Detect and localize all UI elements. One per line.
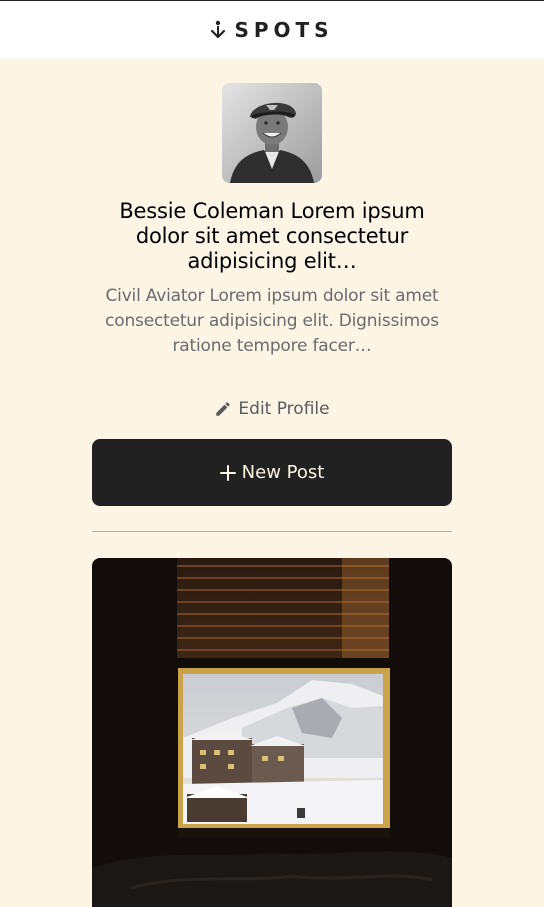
avatar xyxy=(222,83,322,183)
edit-profile-label: Edit Profile xyxy=(238,399,330,419)
post-card[interactable] xyxy=(92,558,452,907)
top-header: SPOTS xyxy=(0,0,544,59)
post-image[interactable] xyxy=(92,558,452,907)
edit-profile-button[interactable]: Edit Profile xyxy=(214,399,330,419)
spots-logo-icon xyxy=(210,20,226,40)
logo-text[interactable]: SPOTS xyxy=(234,18,333,42)
profile-section: Bessie Coleman Lorem ipsum dolor sit ame… xyxy=(0,59,544,907)
new-post-button[interactable]: New Post xyxy=(92,439,452,506)
page: SPOTS Bessie Coleman Lorem ipsum dolor s… xyxy=(0,0,544,907)
plus-icon xyxy=(219,464,236,481)
new-post-label: New Post xyxy=(241,462,325,483)
pencil-icon xyxy=(214,400,232,418)
profile-name: Bessie Coleman Lorem ipsum dolor sit ame… xyxy=(119,199,425,273)
profile-description: Civil Aviator Lorem ipsum dolor sit amet… xyxy=(105,286,439,356)
divider xyxy=(92,531,452,532)
